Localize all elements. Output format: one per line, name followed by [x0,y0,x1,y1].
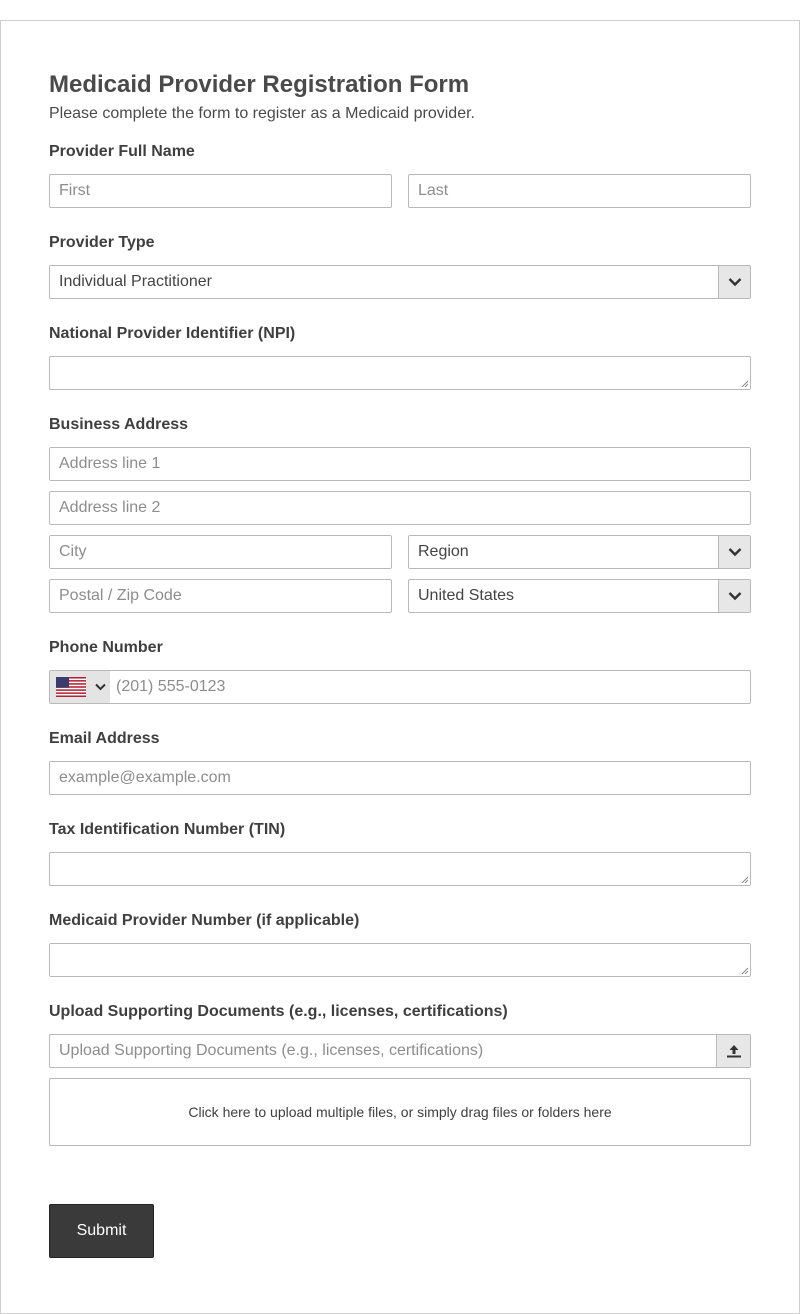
upload-button[interactable] [716,1035,750,1067]
postal-code-input[interactable]: Postal / Zip Code [49,579,392,613]
medicaid-number-textarea[interactable] [49,943,751,977]
phone-country-selector[interactable] [50,671,110,703]
phone-placeholder: (201) 555-0123 [116,678,226,695]
chevron-down-icon [728,548,741,557]
address-line1-input[interactable]: Address line 1 [49,447,751,481]
provider-type-dropdown-button[interactable] [718,266,750,298]
provider-type-select[interactable]: Individual Practitioner [49,265,751,299]
region-select[interactable]: Region [408,535,751,569]
address-line2-input[interactable]: Address line 2 [49,491,751,525]
address-line2-placeholder: Address line 2 [59,499,161,516]
region-dropdown-button[interactable] [718,536,750,568]
email-label: Email Address [49,730,160,747]
provider-name-label: Provider Full Name [49,143,195,160]
tin-textarea[interactable] [49,852,751,886]
phone-number-field[interactable]: (201) 555-0123 [116,671,225,703]
dropzone-text: Click here to upload multiple files, or … [188,1104,612,1120]
provider-type-value: Individual Practitioner [59,273,212,290]
resize-handle-icon[interactable] [741,380,748,387]
page-subtitle: Please complete the form to register as … [49,105,475,122]
country-value: United States [418,587,515,604]
npi-label: National Provider Identifier (NPI) [49,325,296,342]
city-placeholder: City [59,543,87,560]
upload-icon [726,1045,741,1058]
us-flag-icon [56,677,86,697]
address-line1-placeholder: Address line 1 [59,455,161,472]
file-dropzone[interactable]: Click here to upload multiple files, or … [49,1078,751,1146]
chevron-down-icon [728,592,741,601]
first-name-placeholder: First [59,182,91,199]
chevron-down-icon [95,683,106,691]
address-label: Business Address [49,416,189,433]
phone-input[interactable]: (201) 555-0123 [49,670,751,704]
email-placeholder: example@example.com [59,769,231,786]
last-name-placeholder: Last [418,182,449,199]
email-input[interactable]: example@example.com [49,761,751,795]
last-name-input[interactable]: Last [408,174,751,208]
upload-input[interactable]: Upload Supporting Documents (e.g., licen… [49,1034,751,1068]
npi-textarea[interactable] [49,356,751,390]
city-input[interactable]: City [49,535,392,569]
first-name-input[interactable]: First [49,174,392,208]
chevron-down-icon [728,278,741,287]
provider-type-label: Provider Type [49,234,155,251]
upload-placeholder: Upload Supporting Documents (e.g., licen… [59,1042,484,1059]
phone-label: Phone Number [49,639,163,656]
upload-label: Upload Supporting Documents (e.g., licen… [49,1003,508,1020]
medicaid-number-label: Medicaid Provider Number (if applicable) [49,912,360,929]
page-title: Medicaid Provider Registration Form [49,71,470,98]
region-value: Region [418,543,469,560]
resize-handle-icon[interactable] [741,967,748,974]
resize-handle-icon[interactable] [741,876,748,883]
country-dropdown-button[interactable] [718,580,750,612]
postal-code-placeholder: Postal / Zip Code [59,587,182,604]
country-select[interactable]: United States [408,579,751,613]
form-container: Medicaid Provider Registration Form Plea… [0,20,800,1314]
submit-button[interactable]: Submit [49,1204,154,1258]
tin-label: Tax Identification Number (TIN) [49,821,286,838]
